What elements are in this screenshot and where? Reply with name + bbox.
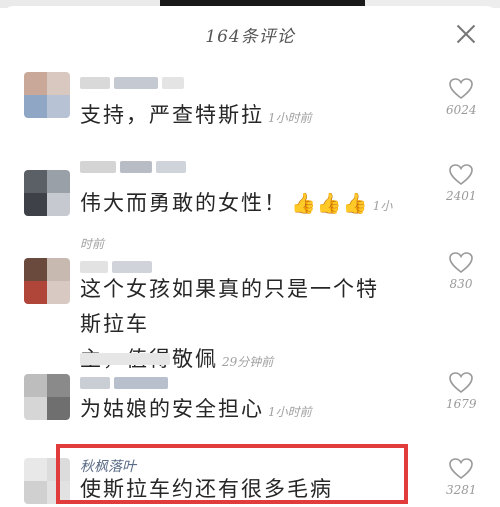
comment-time: 1小时前	[268, 111, 312, 125]
heart-outline-icon	[449, 458, 473, 480]
comments-count-title: 164条评论	[205, 27, 295, 47]
avatar[interactable]	[24, 258, 70, 304]
like-button[interactable]: 3281	[446, 458, 477, 497]
heart-outline-icon	[449, 252, 473, 274]
heart-outline-icon	[449, 372, 473, 394]
like-count: 2401	[446, 189, 477, 203]
like-count: 1679	[446, 397, 477, 411]
close-icon[interactable]	[456, 24, 476, 44]
heart-outline-icon	[449, 78, 473, 100]
comment-text: 为姑娘的安全担心 1小时前	[80, 397, 312, 421]
thumbs-up-emoji: 👍👍👍	[291, 191, 369, 215]
avatar[interactable]	[24, 170, 70, 216]
like-button[interactable]: 6024	[446, 78, 477, 117]
like-button[interactable]: 830	[446, 252, 476, 291]
avatar[interactable]	[24, 374, 70, 420]
avatar[interactable]	[24, 72, 70, 118]
like-count: 3281	[446, 483, 477, 497]
like-button[interactable]: 2401	[446, 164, 477, 203]
heart-outline-icon	[449, 164, 473, 186]
like-count: 830	[449, 277, 473, 291]
comment-text: 伟大而勇敢的女性！ 👍👍👍 1小时前	[80, 191, 393, 251]
comment-text: 支持，严查特斯拉 1小时前	[80, 103, 312, 127]
comment-time: 1小时前	[268, 405, 312, 419]
like-count: 6024	[446, 103, 477, 117]
like-button[interactable]: 1679	[446, 372, 477, 411]
comment-time: 29分钟前	[222, 355, 274, 369]
highlight-annotation-box	[56, 444, 408, 504]
